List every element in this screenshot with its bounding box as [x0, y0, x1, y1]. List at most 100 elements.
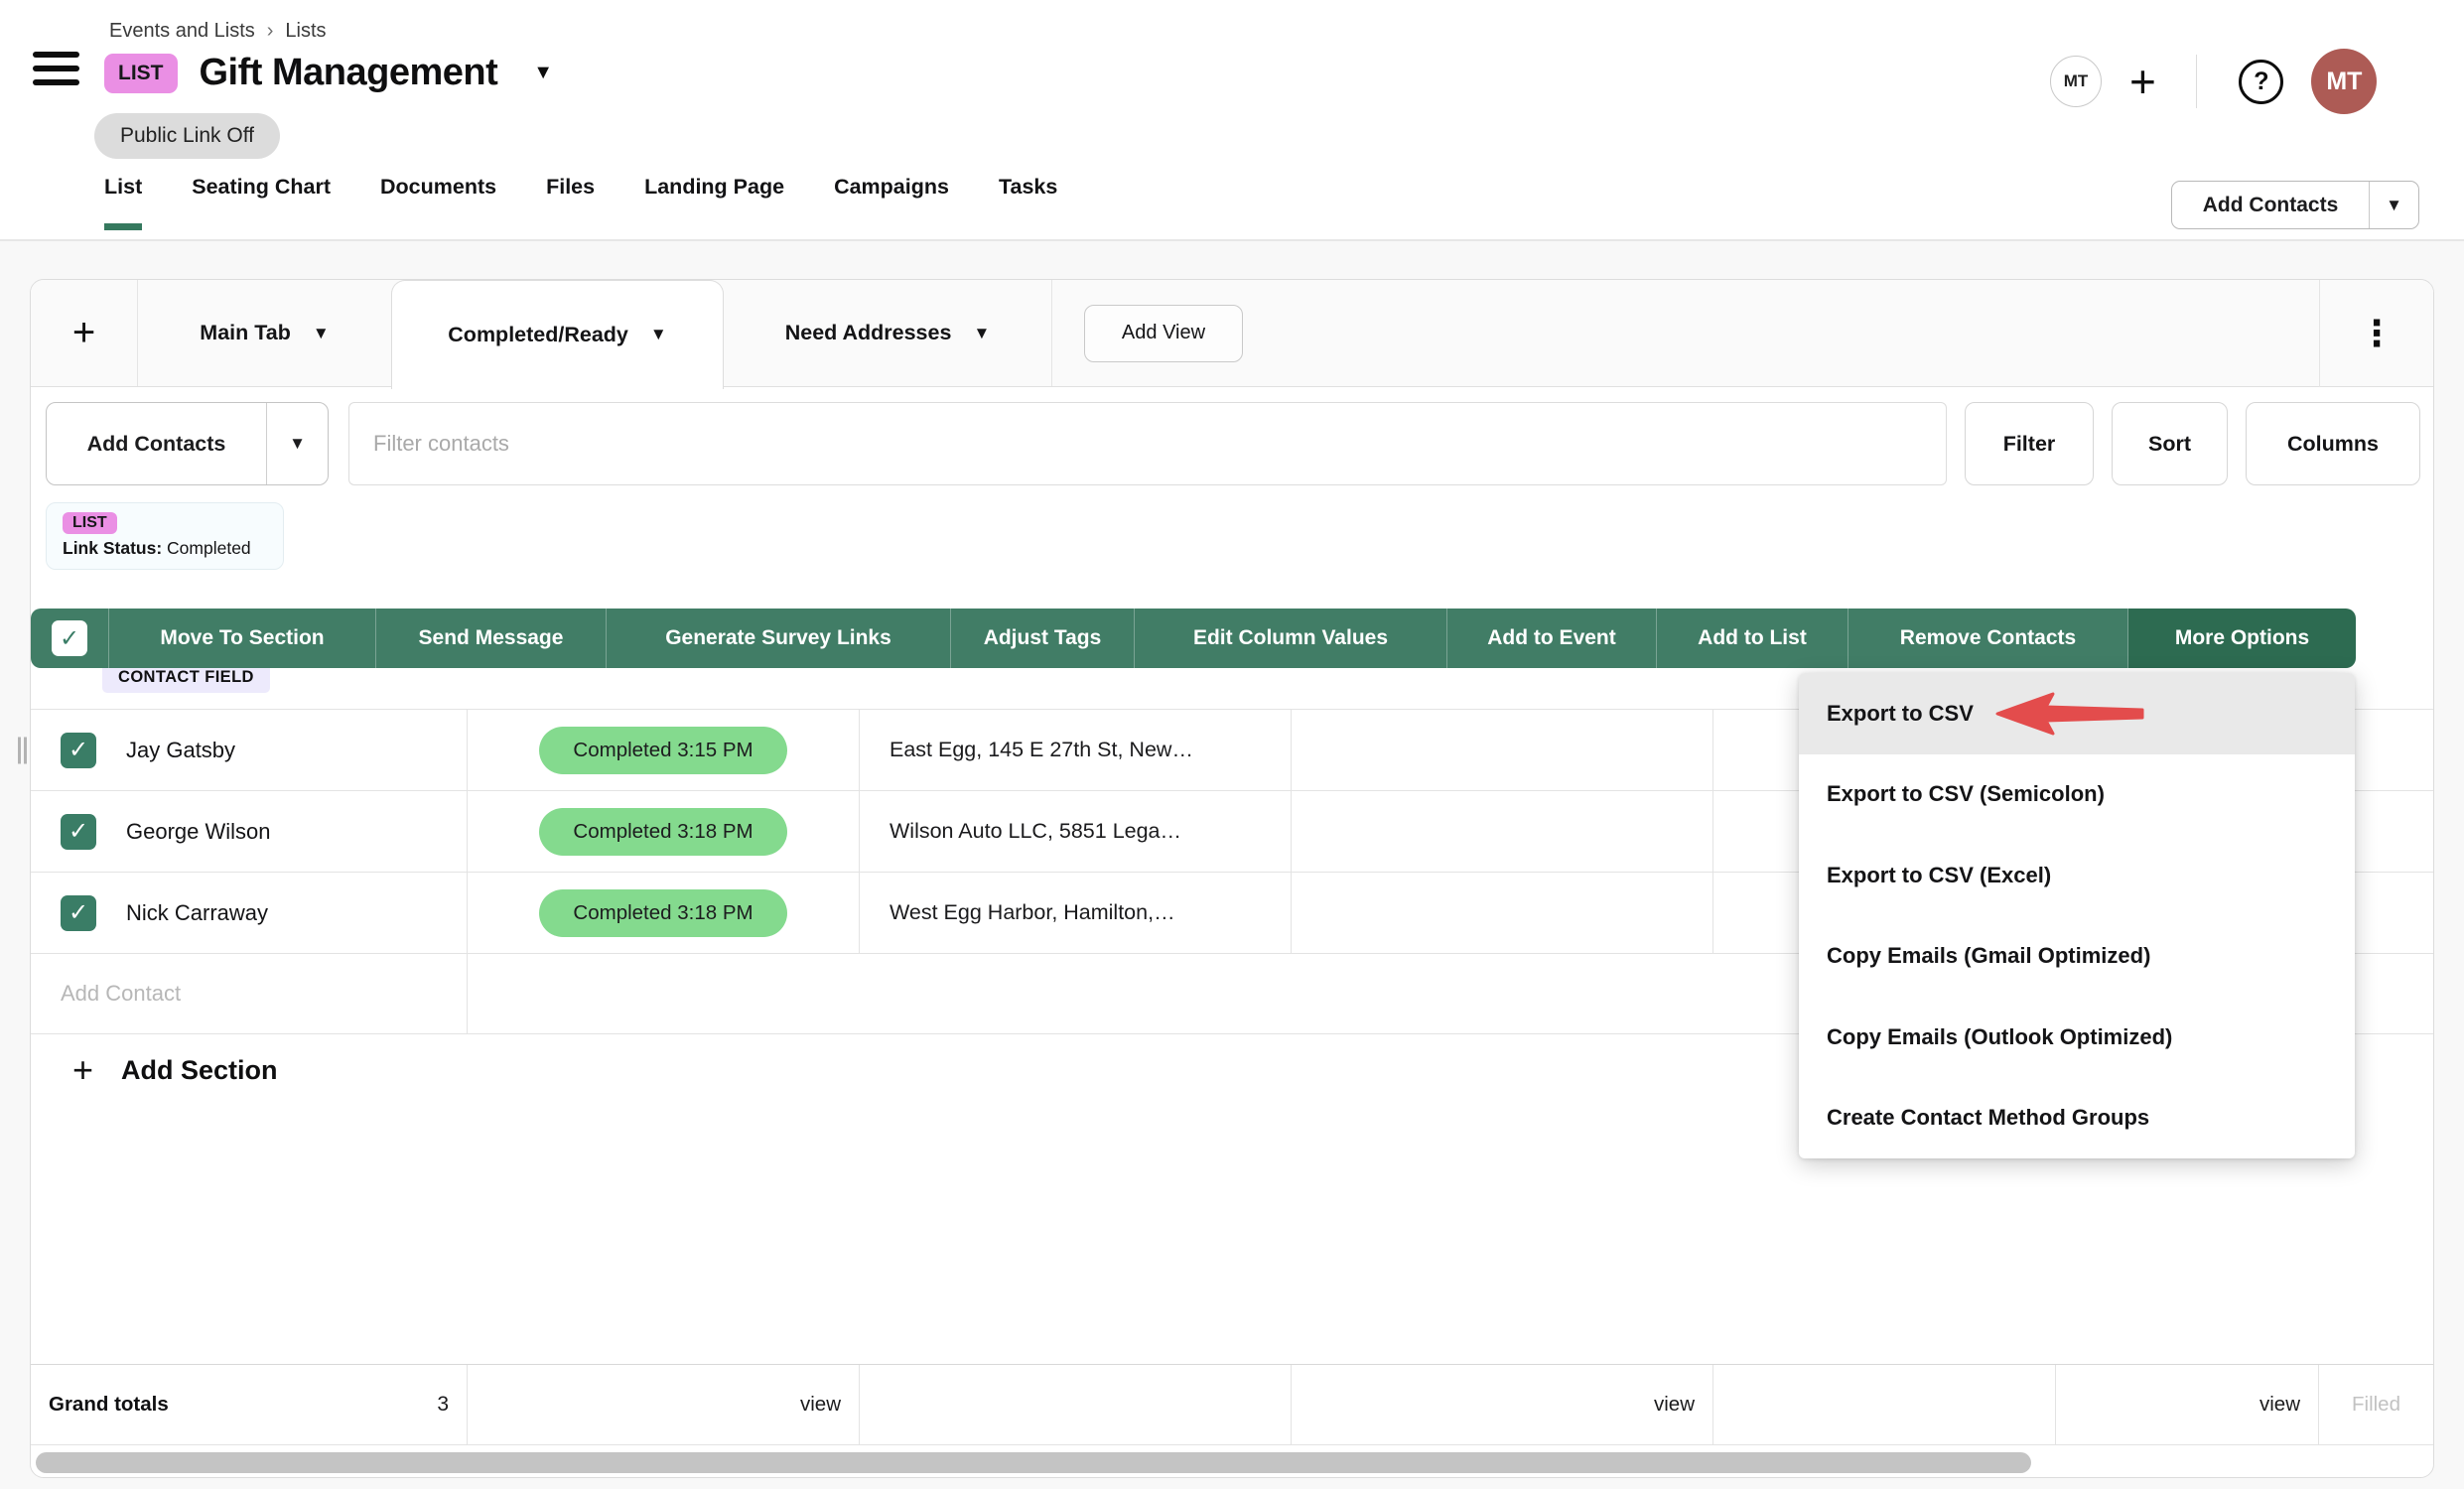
status-cell: Completed 3:18 PM [468, 873, 860, 953]
drag-handle-icon[interactable] [18, 737, 27, 763]
contact-name: Nick Carraway [126, 900, 268, 926]
view-tab-need-addresses[interactable]: Need Addresses ▼ [724, 280, 1051, 386]
nav-tabs: List Seating Chart Documents Files Landi… [104, 175, 1057, 230]
menu-item-export-to-csv[interactable]: Export to CSV [1799, 673, 2355, 754]
bulk-action-send-message[interactable]: Send Message [376, 609, 607, 668]
empty-cell[interactable] [1292, 791, 1713, 872]
status-cell: Completed 3:15 PM [468, 710, 860, 790]
add-contacts-button-header[interactable]: Add Contacts ▼ [2171, 181, 2419, 229]
grand-totals-label: Grand totals [49, 1393, 169, 1417]
menu-item-create-contact-method-groups[interactable]: Create Contact Method Groups [1799, 1078, 2355, 1159]
chip-list-badge: LIST [63, 512, 117, 534]
totals-view-link[interactable]: view [1292, 1365, 1713, 1444]
nav-tab-seating-chart[interactable]: Seating Chart [192, 175, 331, 230]
view-tab-completed-ready[interactable]: Completed/Ready ▼ [391, 280, 724, 389]
add-section-plus-icon: + [72, 1049, 93, 1091]
empty-cell[interactable] [1292, 873, 1713, 953]
bulk-action-add-to-list[interactable]: Add to List [1657, 609, 1848, 668]
need-addresses-chevron-down-icon[interactable]: ▼ [973, 324, 990, 343]
view-tab-main-tab-label: Main Tab [200, 321, 291, 345]
bulk-action-adjust-tags[interactable]: Adjust Tags [951, 609, 1135, 668]
add-contacts-button-label: Add Contacts [47, 403, 266, 484]
menu-item-copy-emails-outlook[interactable]: Copy Emails (Outlook Optimized) [1799, 997, 2355, 1078]
workspace-avatar[interactable]: MT [2050, 56, 2102, 107]
main-tab-chevron-down-icon[interactable]: ▼ [313, 324, 330, 343]
bulk-action-move-to-section[interactable]: Move To Section [109, 609, 376, 668]
address-cell[interactable]: West Egg Harbor, Hamilton,… [860, 873, 1292, 953]
help-icon[interactable]: ? [2239, 60, 2283, 104]
totals-view-link[interactable]: view [468, 1365, 860, 1444]
add-section-button[interactable]: + Add Section [72, 1049, 278, 1091]
view-tab-main-tab[interactable]: Main Tab ▼ [138, 280, 391, 386]
panel-more-menu-button[interactable]: ⋮ [2319, 280, 2433, 387]
row-checkbox[interactable]: ✓ [61, 733, 96, 768]
view-tab-strip: + Main Tab ▼ Completed/Ready ▼ Need Addr… [31, 280, 2433, 387]
menu-item-label: Export to CSV (Semicolon) [1827, 781, 2105, 807]
empty-cell[interactable] [1292, 710, 1713, 790]
add-view-button[interactable]: Add View [1084, 305, 1243, 362]
status-pill[interactable]: Completed 3:18 PM [539, 808, 786, 856]
link-status-filter-chip[interactable]: LIST Link Status: Completed [46, 502, 284, 570]
nav-tab-campaigns[interactable]: Campaigns [834, 175, 949, 230]
status-pill[interactable]: Completed 3:15 PM [539, 727, 786, 774]
status-pill[interactable]: Completed 3:18 PM [539, 889, 786, 937]
title-row: LIST Gift Management ▼ [104, 52, 553, 94]
sort-button[interactable]: Sort [2112, 402, 2228, 485]
breadcrumb-item-lists[interactable]: Lists [285, 20, 326, 43]
breadcrumb-item-events-and-lists[interactable]: Events and Lists [109, 20, 255, 43]
nav-tab-list[interactable]: List [104, 175, 142, 230]
chip-label: Link Status: [63, 538, 162, 558]
nav-tab-landing-page[interactable]: Landing Page [644, 175, 784, 230]
contact-name-cell[interactable]: ✓ George Wilson [31, 791, 468, 872]
bulk-action-remove-contacts[interactable]: Remove Contacts [1848, 609, 2128, 668]
chip-text: Link Status: Completed [63, 538, 267, 559]
address-cell[interactable]: Wilson Auto LLC, 5851 Lega… [860, 791, 1292, 872]
add-contact-placeholder[interactable]: Add Contact [31, 954, 468, 1033]
bulk-action-more-options[interactable]: More Options [2128, 609, 2356, 668]
address-cell[interactable]: East Egg, 145 E 27th St, New… [860, 710, 1292, 790]
breadcrumb-separator-icon: › [267, 20, 274, 43]
menu-item-export-to-csv-semicolon[interactable]: Export to CSV (Semicolon) [1799, 754, 2355, 836]
page-title: Gift Management [200, 52, 498, 94]
nav-tab-files[interactable]: Files [546, 175, 595, 230]
app-root: Events and Lists › Lists LIST Gift Manag… [0, 0, 2464, 1489]
bulk-action-generate-survey-links[interactable]: Generate Survey Links [607, 609, 951, 668]
columns-button[interactable]: Columns [2246, 402, 2420, 485]
totals-view-link[interactable]: view [2056, 1365, 2319, 1444]
icons-divider [2196, 55, 2198, 108]
view-tab-completed-ready-label: Completed/Ready [448, 323, 628, 347]
bulk-action-add-to-event[interactable]: Add to Event [1447, 609, 1657, 668]
menu-item-copy-emails-gmail[interactable]: Copy Emails (Gmail Optimized) [1799, 916, 2355, 998]
kebab-menu-icon: ⋮ [2359, 313, 2395, 354]
menu-item-label: Export to CSV (Excel) [1827, 863, 2051, 888]
add-contacts-button[interactable]: Add Contacts ▼ [46, 402, 329, 485]
controls-row: Add Contacts ▼ Filter Sort Columns [46, 402, 2420, 485]
filter-contacts-input[interactable] [348, 402, 1947, 485]
row-checkbox[interactable]: ✓ [61, 895, 96, 931]
select-all-checkbox-segment: ✓ [31, 609, 109, 668]
row-checkbox[interactable]: ✓ [61, 814, 96, 850]
user-avatar[interactable]: MT [2311, 49, 2377, 114]
breadcrumb: Events and Lists › Lists [109, 20, 327, 43]
title-chevron-down-icon[interactable]: ▼ [533, 62, 553, 84]
filter-button[interactable]: Filter [1965, 402, 2094, 485]
completed-ready-chevron-down-icon[interactable]: ▼ [650, 325, 667, 344]
menu-item-label: Copy Emails (Outlook Optimized) [1827, 1024, 2172, 1050]
add-contacts-chevron-down-icon[interactable]: ▼ [2369, 182, 2418, 228]
contact-name-cell[interactable]: ✓ Jay Gatsby [31, 710, 468, 790]
view-tab-need-addresses-label: Need Addresses [785, 321, 952, 345]
create-new-plus-icon[interactable]: + [2129, 56, 2156, 107]
select-all-checkbox[interactable]: ✓ [52, 620, 87, 656]
nav-tab-tasks[interactable]: Tasks [999, 175, 1057, 230]
hamburger-menu-icon[interactable] [33, 52, 79, 85]
nav-tab-documents[interactable]: Documents [380, 175, 496, 230]
add-view-tab-plus-icon[interactable]: + [31, 280, 138, 386]
horizontal-scrollbar-thumb[interactable] [36, 1452, 2031, 1473]
contact-name-cell[interactable]: ✓ Nick Carraway [31, 873, 468, 953]
horizontal-scrollbar [36, 1452, 2428, 1473]
status-cell: Completed 3:18 PM [468, 791, 860, 872]
add-contacts-split-chevron-down-icon[interactable]: ▼ [266, 403, 328, 484]
public-link-status-pill[interactable]: Public Link Off [94, 113, 280, 159]
bulk-action-edit-column-values[interactable]: Edit Column Values [1135, 609, 1447, 668]
menu-item-export-to-csv-excel[interactable]: Export to CSV (Excel) [1799, 835, 2355, 916]
